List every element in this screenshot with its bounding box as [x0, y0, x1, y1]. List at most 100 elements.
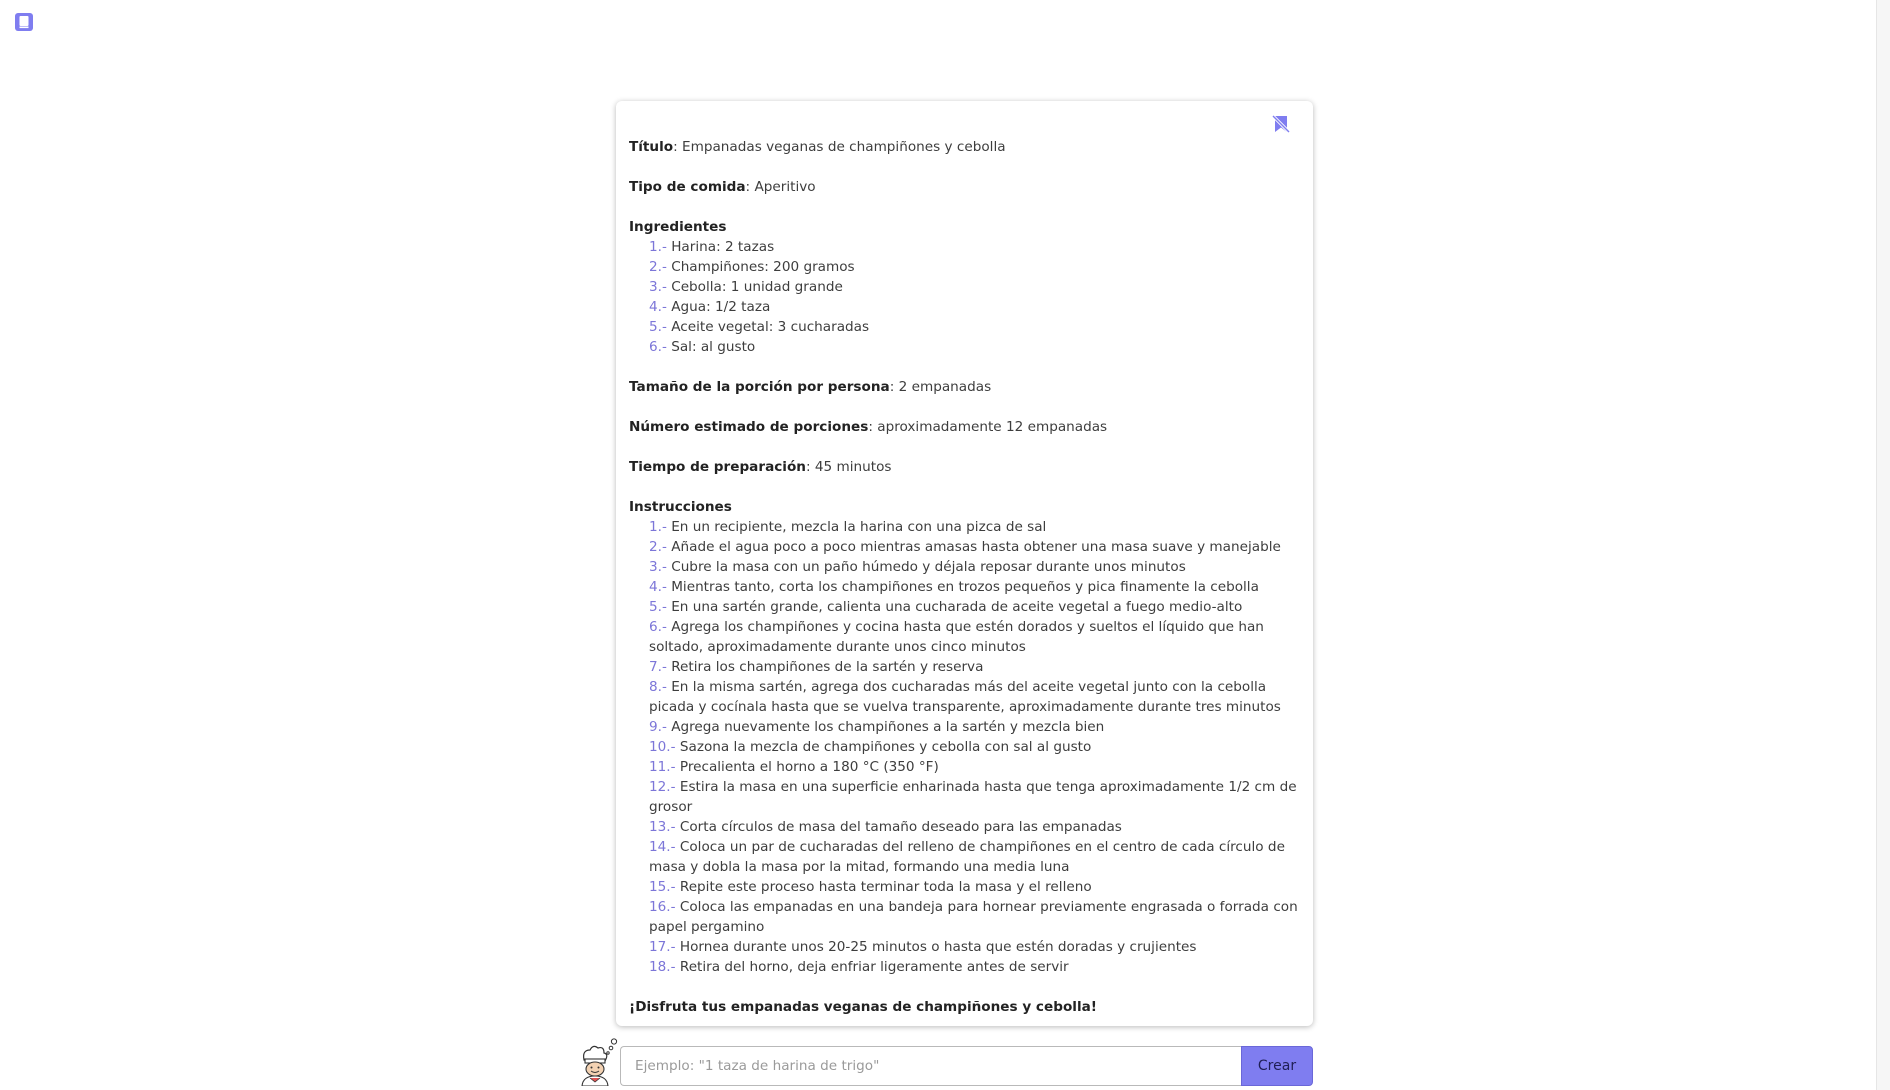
- servings-value: aproximadamente 12 empanadas: [877, 419, 1108, 435]
- instruction-text: Cubre la masa con un paño húmedo y déjal…: [671, 559, 1186, 575]
- page-scrollbar[interactable]: [1876, 0, 1890, 1090]
- list-number: 5.-: [649, 599, 667, 615]
- instruction-text: En un recipiente, mezcla la harina con u…: [671, 519, 1047, 535]
- instruction-item: 9.- Agrega nuevamente los champiñones a …: [649, 717, 1301, 737]
- create-button[interactable]: Crear: [1241, 1046, 1313, 1086]
- instruction-text: Agrega los champiñones y cocina hasta qu…: [649, 619, 1264, 655]
- list-number: 8.-: [649, 679, 667, 695]
- instruction-item: 6.- Agrega los champiñones y cocina hast…: [649, 617, 1301, 657]
- instruction-item: 1.- En un recipiente, mezcla la harina c…: [649, 517, 1301, 537]
- list-number: 18.-: [649, 959, 676, 975]
- bookmark-slash-icon[interactable]: [1271, 114, 1291, 134]
- instruction-text: Hornea durante unos 20-25 minutos o hast…: [679, 939, 1197, 955]
- list-number: 11.-: [649, 759, 676, 775]
- recipe-title-field: Título: Empanadas veganas de champiñones…: [629, 139, 1006, 155]
- instruction-item: 12.- Estira la masa en una superficie en…: [649, 777, 1301, 817]
- ingredients-list: 1.- Harina: 2 tazas 2.- Champiñones: 200…: [629, 237, 1301, 357]
- list-number: 6.-: [649, 619, 667, 635]
- ingredient-text: Agua: 1/2 taza: [671, 299, 771, 315]
- instruction-item: 17.- Hornea durante unos 20-25 minutos o…: [649, 937, 1301, 957]
- list-number: 4.-: [649, 579, 667, 595]
- instruction-text: Retira del horno, deja enfriar ligeramen…: [679, 959, 1069, 975]
- portion-size-value: 2 empanadas: [898, 379, 992, 395]
- recipe-title-value: Empanadas veganas de champiñones y cebol…: [682, 139, 1006, 155]
- meal-type-field: Tipo de comida: Aperitivo: [629, 179, 816, 195]
- ingredients-heading: Ingredientes: [629, 219, 727, 235]
- list-number: 1.-: [649, 519, 667, 535]
- ingredient-input-bar: Crear: [576, 1038, 1316, 1087]
- servings-field: Número estimado de porciones: aproximada…: [629, 419, 1108, 435]
- chef-avatar-icon: [576, 1038, 622, 1087]
- recipe-title-label: Título: [629, 139, 674, 155]
- list-number: 14.-: [649, 839, 676, 855]
- instruction-text: Añade el agua poco a poco mientras amasa…: [671, 539, 1281, 555]
- ingredient-item: 6.- Sal: al gusto: [649, 337, 1301, 357]
- instruction-text: En una sartén grande, calienta una cucha…: [671, 599, 1243, 615]
- list-number: 12.-: [649, 779, 676, 795]
- book-icon[interactable]: [14, 12, 34, 32]
- prep-time-value: 45 minutos: [814, 459, 892, 475]
- list-number: 3.-: [649, 279, 667, 295]
- instruction-text: Corta círculos de masa del tamaño desead…: [679, 819, 1122, 835]
- instruction-item: 15.- Repite este proceso hasta terminar …: [649, 877, 1301, 897]
- list-number: 2.-: [649, 539, 667, 555]
- recipe-content: Título: Empanadas veganas de champiñones…: [629, 137, 1301, 1017]
- portion-size-field: Tamaño de la porción por persona: 2 empa…: [629, 379, 992, 395]
- meal-type-label: Tipo de comida: [629, 179, 746, 195]
- instruction-text: Coloca un par de cucharadas del relleno …: [649, 839, 1285, 875]
- ingredient-text: Champiñones: 200 gramos: [671, 259, 855, 275]
- ingredient-text: Harina: 2 tazas: [671, 239, 775, 255]
- list-number: 1.-: [649, 239, 667, 255]
- recipe-card: Título: Empanadas veganas de champiñones…: [616, 101, 1313, 1026]
- ingredient-text: Sal: al gusto: [671, 339, 756, 355]
- list-number: 9.-: [649, 719, 667, 735]
- instruction-item: 2.- Añade el agua poco a poco mientras a…: [649, 537, 1301, 557]
- prep-time-label: Tiempo de preparación: [629, 459, 806, 475]
- ingredient-item: 3.- Cebolla: 1 unidad grande: [649, 277, 1301, 297]
- list-number: 4.-: [649, 299, 667, 315]
- instruction-text: Repite este proceso hasta terminar toda …: [679, 879, 1092, 895]
- list-number: 2.-: [649, 259, 667, 275]
- instruction-item: 14.- Coloca un par de cucharadas del rel…: [649, 837, 1301, 877]
- instructions-list: 1.- En un recipiente, mezcla la harina c…: [629, 517, 1301, 977]
- instruction-item: 18.- Retira del horno, deja enfriar lige…: [649, 957, 1301, 977]
- list-number: 5.-: [649, 319, 667, 335]
- instruction-text: En la misma sartén, agrega dos cucharada…: [649, 679, 1281, 715]
- instruction-item: 11.- Precalienta el horno a 180 °C (350 …: [649, 757, 1301, 777]
- instruction-text: Mientras tanto, corta los champiñones en…: [671, 579, 1259, 595]
- instruction-text: Retira los champiñones de la sartén y re…: [671, 659, 984, 675]
- servings-label: Número estimado de porciones: [629, 419, 869, 435]
- list-number: 10.-: [649, 739, 676, 755]
- prep-time-field: Tiempo de preparación: 45 minutos: [629, 459, 892, 475]
- ingredient-item: 1.- Harina: 2 tazas: [649, 237, 1301, 257]
- instruction-item: 16.- Coloca las empanadas en una bandeja…: [649, 897, 1301, 937]
- instruction-text: Estira la masa en una superficie enharin…: [649, 779, 1297, 815]
- instruction-item: 10.- Sazona la mezcla de champiñones y c…: [649, 737, 1301, 757]
- instruction-item: 5.- En una sartén grande, calienta una c…: [649, 597, 1301, 617]
- instruction-item: 13.- Corta círculos de masa del tamaño d…: [649, 817, 1301, 837]
- ingredient-input-wrapper: [620, 1046, 1242, 1086]
- instruction-text: Precalienta el horno a 180 °C (350 °F): [679, 759, 939, 775]
- list-number: 6.-: [649, 339, 667, 355]
- instruction-text: Sazona la mezcla de champiñones y ceboll…: [679, 739, 1092, 755]
- list-number: 15.-: [649, 879, 676, 895]
- ingredient-text: Cebolla: 1 unidad grande: [671, 279, 843, 295]
- instruction-text: Agrega nuevamente los champiñones a la s…: [671, 719, 1105, 735]
- list-number: 3.-: [649, 559, 667, 575]
- instruction-text: Coloca las empanadas en una bandeja para…: [649, 899, 1298, 935]
- closing-message: ¡Disfruta tus empanadas veganas de champ…: [629, 999, 1097, 1015]
- list-number: 17.-: [649, 939, 676, 955]
- instructions-heading: Instrucciones: [629, 499, 732, 515]
- instruction-item: 7.- Retira los champiñones de la sartén …: [649, 657, 1301, 677]
- list-number: 7.-: [649, 659, 667, 675]
- instruction-item: 8.- En la misma sartén, agrega dos cucha…: [649, 677, 1301, 717]
- ingredient-text: Aceite vegetal: 3 cucharadas: [671, 319, 870, 335]
- instruction-item: 4.- Mientras tanto, corta los champiñone…: [649, 577, 1301, 597]
- portion-size-label: Tamaño de la porción por persona: [629, 379, 890, 395]
- meal-type-value: Aperitivo: [754, 179, 816, 195]
- ingredient-item: 5.- Aceite vegetal: 3 cucharadas: [649, 317, 1301, 337]
- ingredient-item: 2.- Champiñones: 200 gramos: [649, 257, 1301, 277]
- list-number: 16.-: [649, 899, 676, 915]
- instruction-item: 3.- Cubre la masa con un paño húmedo y d…: [649, 557, 1301, 577]
- ingredient-input[interactable]: [621, 1047, 1242, 1085]
